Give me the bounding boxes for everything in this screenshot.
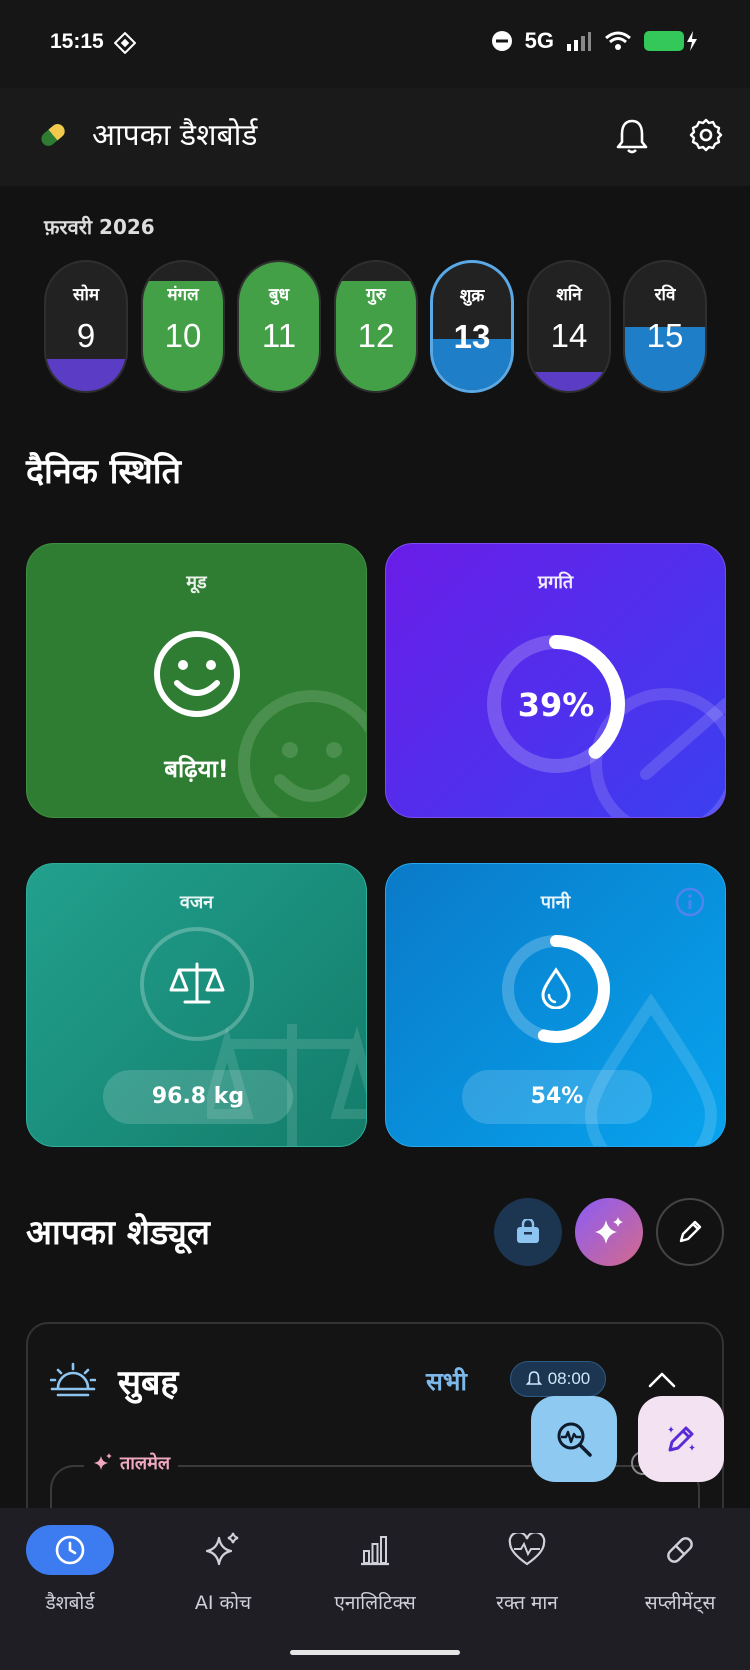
bell-small-icon <box>525 1371 542 1385</box>
sparkles-icon <box>148 1525 298 1575</box>
gear-icon[interactable] <box>688 117 724 153</box>
network-type: 5G <box>524 28 554 53</box>
sparkle-small-icon <box>94 1453 112 1470</box>
signal-icon <box>567 32 591 51</box>
day-cell[interactable]: शनि 14 <box>527 260 611 393</box>
nav-item-ai-coach[interactable]: AI कोच <box>148 1525 298 1615</box>
sparkle-icon <box>595 1217 623 1244</box>
reminder-time-chip[interactable]: 08:00 <box>510 1361 606 1397</box>
reminder-time: 08:00 <box>547 1369 591 1388</box>
nfc-icon <box>114 32 136 54</box>
scale-icon <box>140 927 254 1041</box>
day-number: 15 <box>646 317 684 354</box>
edit-schedule-button[interactable] <box>656 1198 724 1266</box>
day-cell[interactable]: गुरु 12 <box>334 260 418 393</box>
day-name: रवि <box>654 285 676 305</box>
nav-item-blood-values[interactable]: रक्त मान <box>452 1525 602 1615</box>
day-name: शुक्र <box>459 286 485 306</box>
weight-card[interactable]: वजन 96.8 kg <box>26 863 367 1147</box>
water-value: 54% <box>462 1070 652 1124</box>
day-cell[interactable]: बुध 11 <box>237 260 321 393</box>
ai-suggest-button[interactable] <box>575 1198 643 1266</box>
bell-icon[interactable] <box>615 117 649 155</box>
nav-label-blood-values: रक्त मान <box>496 1592 558 1614</box>
group-label: तालमेल <box>120 1453 171 1474</box>
water-drop-icon <box>541 967 571 1009</box>
day-number: 13 <box>453 318 491 355</box>
smiley-icon <box>154 631 240 717</box>
day-completion-fill <box>529 371 609 391</box>
schedule-filter[interactable]: सभी <box>426 1364 467 1398</box>
page-title: आपका डैशबोर्ड <box>92 118 258 153</box>
progress-card[interactable]: प्रगति 39% <box>385 543 726 818</box>
home-indicator[interactable] <box>290 1650 460 1655</box>
status-time: 15:15 <box>50 30 104 53</box>
clock-icon <box>26 1525 114 1575</box>
nav-item-supplements[interactable]: सप्लीमेंट्स <box>605 1525 750 1615</box>
shop-button[interactable] <box>494 1198 562 1266</box>
pill-icon <box>605 1525 750 1575</box>
calendar-month: फ़रवरी 2026 <box>44 215 155 239</box>
progress-value: 39% <box>517 686 595 724</box>
heart-pulse-icon <box>452 1525 602 1575</box>
day-completion-fill <box>46 358 126 391</box>
pencil-icon <box>679 1220 702 1243</box>
bar-chart-icon <box>300 1525 450 1575</box>
schedule-title: आपका शेड्यूल <box>26 1213 210 1253</box>
day-number: 12 <box>357 317 395 354</box>
day-number: 14 <box>550 317 588 354</box>
status-indicators: 5G <box>491 28 698 54</box>
day-name: मंगल <box>167 285 199 305</box>
day-cell[interactable]: मंगल 10 <box>141 260 225 393</box>
day-number: 11 <box>261 317 297 354</box>
info-icon[interactable] <box>674 886 706 918</box>
day-name: शनि <box>556 285 582 305</box>
sunrise-icon <box>50 1362 96 1397</box>
pencil-sparkle-icon <box>668 1426 695 1452</box>
day-number: 10 <box>164 317 202 354</box>
day-cell[interactable]: रवि 15 <box>623 260 707 393</box>
mood-watermark-icon <box>238 690 366 817</box>
nav-label-supplements: सप्लीमेंट्स <box>644 1592 716 1614</box>
mood-card-title: मूड <box>186 572 207 593</box>
health-scan-fab[interactable] <box>531 1396 617 1482</box>
mood-value: बढ़िया! <box>164 755 229 783</box>
nav-label-analytics: एनालिटिक्स <box>334 1592 416 1614</box>
day-cell[interactable]: शुक्र 13 <box>430 260 514 393</box>
mood-card[interactable]: मूड बढ़िया! <box>26 543 367 818</box>
progress-card-title: प्रगति <box>537 572 574 593</box>
day-name: गुरु <box>366 285 386 305</box>
nav-item-analytics[interactable]: एनालिटिक्स <box>300 1525 450 1615</box>
water-card[interactable]: पानी 54% <box>385 863 726 1147</box>
day-cell[interactable]: सोम 9 <box>44 260 128 393</box>
app-logo-icon <box>41 124 65 146</box>
group-label-wrap: तालमेल <box>84 1451 179 1475</box>
nav-label-ai-coach: AI कोच <box>194 1592 252 1614</box>
log-entry-fab[interactable] <box>638 1396 724 1482</box>
search-pulse-icon <box>557 1422 592 1457</box>
day-number: 9 <box>76 317 96 354</box>
nav-item-dashboard[interactable]: डैशबोर्ड <box>0 1525 145 1615</box>
nav-label-dashboard: डैशबोर्ड <box>45 1592 95 1614</box>
wifi-icon <box>605 31 631 50</box>
chevron-up-icon[interactable] <box>648 1370 676 1388</box>
battery-icon <box>644 31 698 51</box>
weight-value: 96.8 kg <box>103 1070 293 1124</box>
shopping-bag-icon <box>517 1219 539 1243</box>
day-name: बुध <box>268 285 290 305</box>
day-name: सोम <box>72 285 100 305</box>
dnd-icon <box>491 31 512 51</box>
daily-status-title: दैनिक स्थिति <box>26 452 181 492</box>
schedule-period: सुबह <box>118 1363 179 1403</box>
weight-card-title: वजन <box>179 892 214 913</box>
